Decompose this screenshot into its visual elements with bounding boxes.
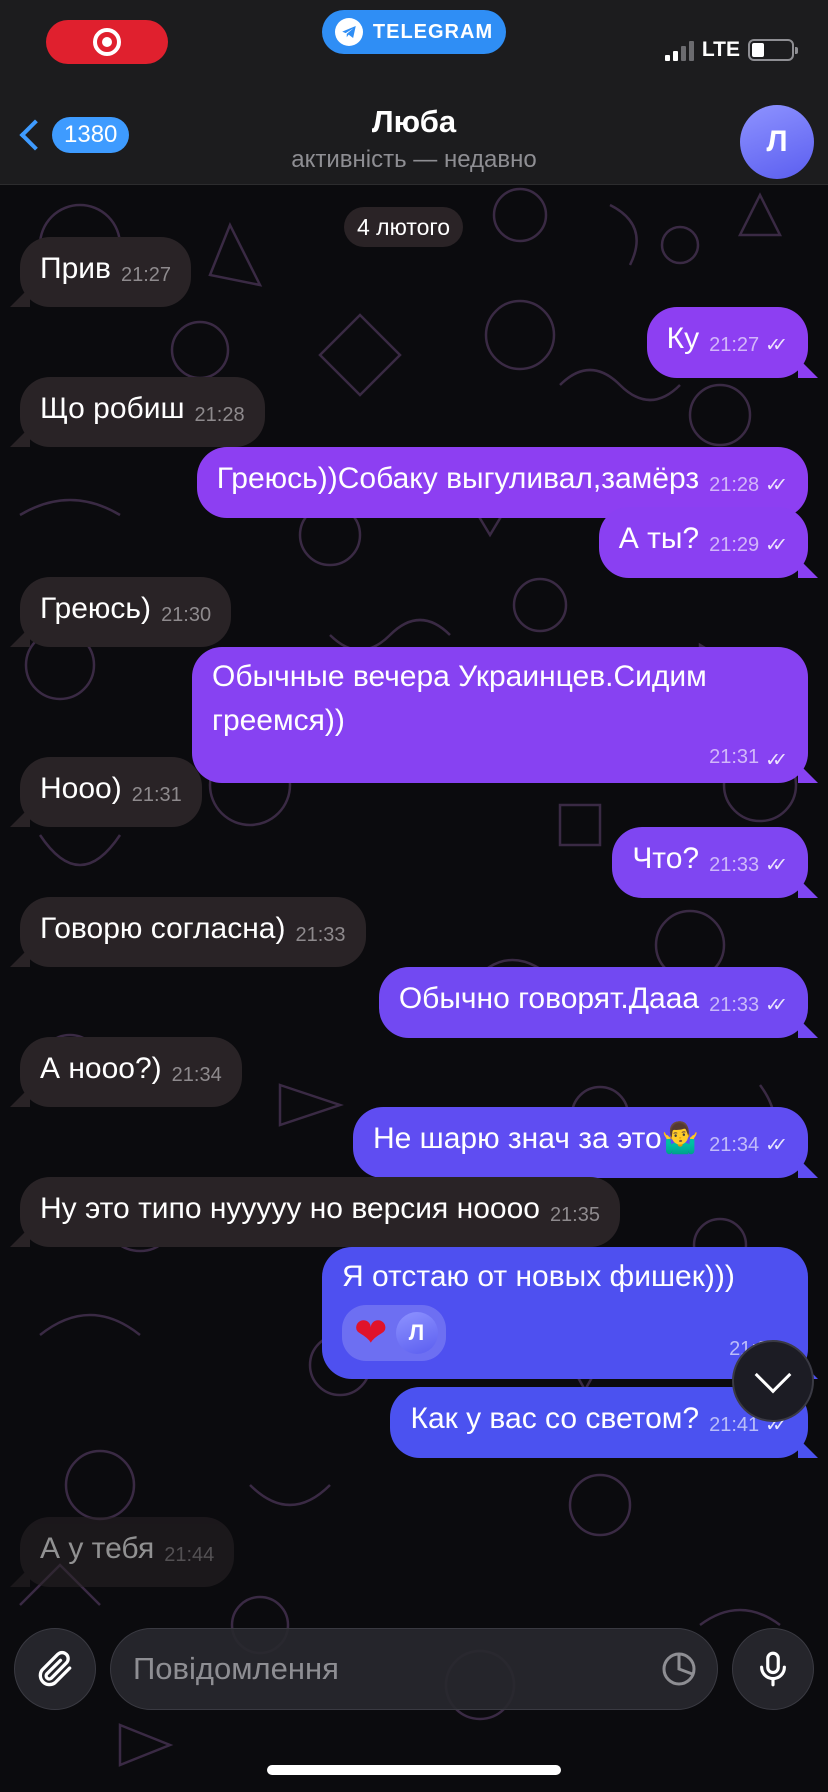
message-text: Греюсь))Собаку выгуливал,замёрз [216,462,700,495]
message-text: Я отстаю от новых фишек))) [342,1260,735,1293]
message-text: Греюсь) [40,592,152,625]
reaction-avatar: Л [395,1312,438,1354]
record-icon [93,28,121,56]
reaction-chip[interactable]: ❤ Л [342,1305,446,1361]
read-check-icon: ✓✓ [765,535,788,556]
chevron-down-icon [754,1356,792,1394]
read-check-icon: ✓✓ [765,475,788,496]
telegram-icon [334,18,363,46]
message-text: Нооо) [40,772,122,805]
chat-area[interactable]: 4 лютого Прив 21:27 Ку 21:27 ✓✓ Що робиш 21:… [0,185,828,1792]
date-divider: 4 лютого [344,207,464,247]
screen-recording-indicator[interactable] [46,20,168,64]
message-incoming[interactable]: Нооо) 21:31 [20,757,202,827]
message-time: 21:33 [709,854,760,876]
message-text: А нооо?) [40,1052,162,1085]
paperclip-icon [38,1650,72,1687]
avatar[interactable]: Л [740,105,814,179]
message-incoming[interactable]: Ну это типо нууууу но версия ноооо 21:35 [20,1177,620,1247]
message-time: 21:27 [120,264,172,286]
message-incoming[interactable]: Греюсь) 21:30 [20,577,232,647]
message-text: Как у вас со светом? [410,1402,700,1435]
read-check-icon: ✓✓ [765,335,788,356]
message-time: 21:30 [161,604,212,626]
message-outgoing[interactable]: Ку 21:27 ✓✓ [646,307,808,378]
microphone-icon [760,1651,786,1687]
chat-title[interactable]: Люба [0,104,828,140]
message-time: 21:28 [709,474,760,496]
network-type: LTE [701,38,740,61]
telegram-pill-label: TELEGRAM [372,20,494,43]
status-icons: LTE [664,38,798,62]
message-incoming[interactable]: А нооо?) 21:34 [20,1037,242,1107]
message-time: 21:28 [194,404,245,426]
top-bar: TELEGRAM LTE 1380 Люба активність — неда… [0,0,828,185]
message-incoming[interactable]: А у тебя 21:44 [20,1517,235,1587]
message-outgoing[interactable]: Обычные вечера Украинцев.Сидим греемся))… [192,647,808,783]
message-composer [0,1612,828,1722]
message-text: Що робиш [40,392,185,425]
read-check-icon: ✓✓ [765,1135,788,1156]
telegram-pill[interactable]: TELEGRAM [322,10,506,54]
message-time: 21:44 [164,1544,215,1566]
message-time: 21:29 [709,534,760,556]
message-time: 21:34 [171,1064,222,1086]
message-outgoing[interactable]: Обычно говорят.Дааа 21:33 ✓✓ [378,967,808,1038]
message-text: Не шарю знач за это🤷‍♂️ [372,1122,700,1155]
read-check-icon: ✓✓ [765,855,788,876]
message-input-wrapper [110,1628,718,1710]
message-time: 21:33 [709,994,760,1016]
message-incoming[interactable]: Що робиш 21:28 [20,377,265,447]
chat-status: активність — недавно [291,146,537,173]
message-time: 21:27 [709,334,760,356]
message-text: Ку [666,322,700,355]
message-outgoing[interactable]: Что? 21:33 ✓✓ [612,827,808,898]
message-time: 21:33 [295,924,346,946]
message-incoming[interactable]: Говорю согласна) 21:33 [20,897,366,967]
message-text: А у тебя [40,1532,155,1565]
message-input[interactable] [133,1629,633,1709]
message-text: Обычные вечера Украинцев.Сидим греемся)) [212,660,707,737]
message-time: 21:35 [549,1204,600,1226]
message-text: Говорю согласна) [40,912,286,945]
message-text: А ты? [618,522,700,555]
scroll-to-bottom-button[interactable] [732,1340,814,1422]
sticker-icon[interactable] [659,1649,699,1689]
message-text: Ну это типо нууууу но версия ноооо [40,1192,540,1225]
message-time: 21:31 [709,746,760,768]
message-outgoing[interactable]: А ты? 21:29 ✓✓ [598,507,808,578]
message-outgoing[interactable]: Я отстаю от новых фишек))) ❤ Л 21:3 [322,1247,808,1379]
battery-icon [748,39,798,61]
message-text: Что? [632,842,700,875]
message-time: 21:34 [709,1134,760,1156]
read-check-icon: ✓✓ [765,995,788,1016]
heart-icon: ❤ [354,1311,388,1355]
attach-button[interactable] [14,1628,96,1710]
message-incoming[interactable]: Прив 21:27 [20,237,192,307]
signal-icon [664,39,694,61]
message-outgoing[interactable]: Не шарю знач за это🤷‍♂️ 21:34 ✓✓ [352,1107,808,1178]
message-text: Прив [40,252,111,285]
message-time: 21:31 [131,784,182,806]
message-text: Обычно говорят.Дааа [398,982,700,1015]
read-check-icon: ✓✓ [765,750,788,771]
voice-record-button[interactable] [732,1628,814,1710]
home-indicator[interactable] [267,1765,561,1775]
